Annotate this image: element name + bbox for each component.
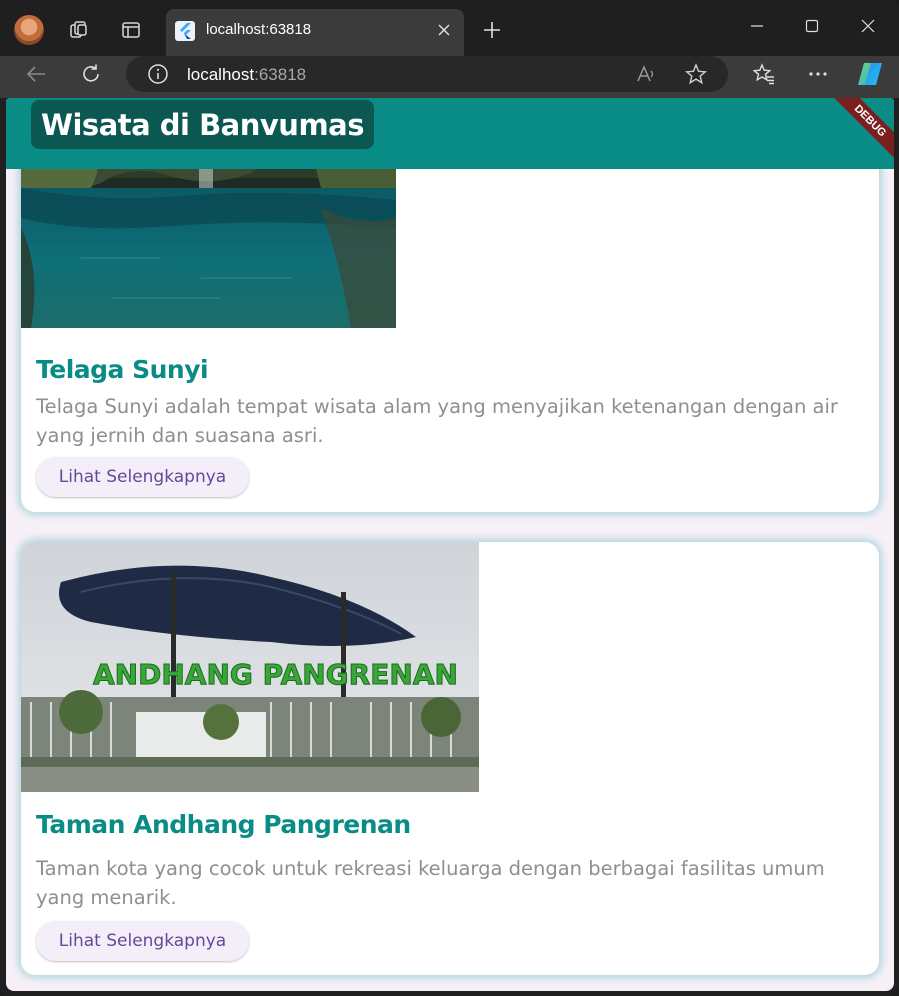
read-aloud-icon[interactable] xyxy=(635,63,657,90)
address-bar[interactable]: localhost:63818 xyxy=(126,56,728,92)
flutter-icon xyxy=(175,21,195,41)
back-icon[interactable] xyxy=(19,57,53,91)
app-viewport: Wisata di Banvumas DEBUG Telaga Sunyi Te… xyxy=(6,98,894,991)
tab-title: localhost:63818 xyxy=(206,21,312,38)
see-more-button[interactable]: Lihat Selengkapnya xyxy=(36,921,249,961)
card-description: Taman kota yang cocok untuk rekreasi kel… xyxy=(36,857,825,909)
taman-andhang-pangrenan-image: ANDHANG PANGRENAN xyxy=(21,542,479,792)
minimize-icon[interactable] xyxy=(729,8,785,44)
new-tab-icon[interactable] xyxy=(476,14,508,46)
park-sign: ANDHANG PANGRENAN xyxy=(93,658,458,691)
copilot-icon[interactable] xyxy=(853,57,887,91)
url-text[interactable]: localhost:63818 xyxy=(187,65,306,85)
card-description: Telaga Sunyi adalah tempat wisata alam y… xyxy=(36,395,838,447)
browser-tab[interactable]: localhost:63818 xyxy=(166,9,464,56)
maximize-icon[interactable] xyxy=(784,8,840,44)
app-bar: Wisata di Banvumas DEBUG xyxy=(6,98,894,170)
tab-actions-icon[interactable] xyxy=(115,14,147,46)
workspaces-icon[interactable] xyxy=(63,14,95,46)
favorite-star-icon[interactable] xyxy=(684,63,708,90)
site-info-icon[interactable] xyxy=(147,63,169,90)
favorites-icon[interactable] xyxy=(747,57,781,91)
card-title: Telaga Sunyi xyxy=(36,355,209,384)
refresh-icon[interactable] xyxy=(74,57,108,91)
debug-banner: DEBUG xyxy=(821,98,894,170)
destination-card: ANDHANG PANGRENAN Taman Andhang Pangrena… xyxy=(21,542,879,975)
browser-window: localhost:63818 localhost:63818 Wisata d… xyxy=(0,0,899,996)
more-menu-icon[interactable] xyxy=(801,57,835,91)
app-title-container: Wisata di Banvumas xyxy=(31,100,374,149)
close-tab-icon[interactable] xyxy=(432,18,456,42)
tab-bar: localhost:63818 xyxy=(0,0,899,56)
see-more-button[interactable]: Lihat Selengkapnya xyxy=(36,457,249,497)
card-title: Taman Andhang Pangrenan xyxy=(36,810,411,839)
app-title: Wisata di Banvumas xyxy=(41,107,365,142)
profile-avatar[interactable] xyxy=(14,15,44,45)
navigation-bar: localhost:63818 xyxy=(0,56,899,98)
close-window-icon[interactable] xyxy=(840,8,896,44)
